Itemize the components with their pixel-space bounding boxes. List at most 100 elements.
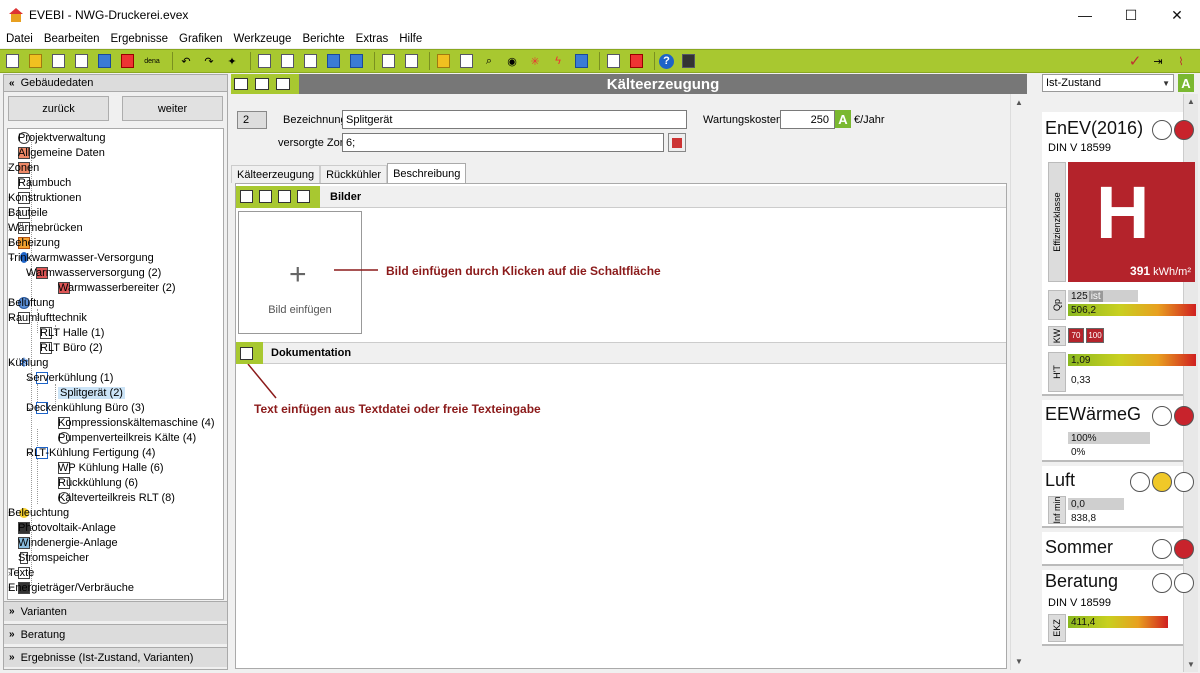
tree-item-raumbuch[interactable]: Raumbuch xyxy=(18,175,71,190)
close-button[interactable]: ✕ xyxy=(1154,0,1200,30)
minimize-button[interactable]: — xyxy=(1062,0,1108,30)
curve-icon[interactable]: ⌇ xyxy=(1172,52,1190,70)
layers-icon[interactable] xyxy=(402,52,420,70)
section-header-beratung[interactable]: » Beratung xyxy=(4,624,227,644)
list-icon[interactable] xyxy=(301,52,319,70)
scroll-down-icon[interactable]: ▼ xyxy=(1015,657,1023,666)
menu-berichte[interactable]: Berichte xyxy=(296,33,349,45)
tree-item-pumpenverteilkreis[interactable]: Pumpenverteilkreis Kälte (4) xyxy=(58,430,196,445)
undo-icon[interactable]: ↶ xyxy=(177,52,195,70)
dena-icon[interactable]: dena xyxy=(141,52,163,70)
maximize-button[interactable]: ☐ xyxy=(1108,0,1154,30)
paste-image-icon[interactable] xyxy=(259,190,272,203)
duplicate-icon[interactable] xyxy=(276,78,290,90)
printer-icon[interactable] xyxy=(604,52,622,70)
sum-blue-icon[interactable] xyxy=(324,52,342,70)
forward-button[interactable]: weiter xyxy=(122,96,223,121)
tree-item-serverkuehlung[interactable]: ⌄ Serverkühlung (1) xyxy=(26,370,113,385)
tab-kaelteerzeugung[interactable]: Kälteerzeugung xyxy=(231,165,321,183)
wartungskosten-input[interactable]: 250 xyxy=(780,110,835,129)
tree-item-texte[interactable]: › Texte xyxy=(8,565,34,580)
check-icon[interactable]: ✓ xyxy=(1126,52,1144,70)
menu-hilfe[interactable]: Hilfe xyxy=(393,33,427,45)
section-header-gebaeudedaten[interactable]: « Gebäudedaten xyxy=(4,75,227,92)
default-value-badge[interactable]: A xyxy=(835,110,851,128)
new-file-icon[interactable] xyxy=(3,52,21,70)
tree-item-wp-kuehlung[interactable]: WP Kühlung Halle (6) xyxy=(58,460,164,475)
tree-item-rlt-buero[interactable]: RLT Büro (2) xyxy=(40,340,103,355)
tree-item-splitgeraet[interactable]: Splitgerät (2) xyxy=(58,385,125,400)
tree-item-beheizung[interactable]: › Beheizung xyxy=(8,235,60,250)
report-b-icon[interactable] xyxy=(457,52,475,70)
lightning-icon[interactable]: ϟ xyxy=(549,52,567,70)
tree-item-allgemeine-daten[interactable]: Allgemeine Daten xyxy=(18,145,105,160)
tree-item-trinkwarmwasser[interactable]: ⌄ Trinkwarmwasser-Versorgung xyxy=(8,250,154,265)
tree-item-kaelteverteilkreis[interactable]: Kälteverteilkreis RLT (8) xyxy=(58,490,175,505)
zoom-icon[interactable]: ⌕ xyxy=(480,52,498,70)
help-icon[interactable]: ? xyxy=(659,53,674,69)
vertical-scrollbar[interactable]: ▲ ▼ xyxy=(1010,94,1027,670)
document-icon[interactable] xyxy=(255,52,273,70)
tree-item-belueftung[interactable]: › Belüftung xyxy=(8,295,54,310)
image-settings-icon[interactable] xyxy=(297,190,310,203)
sun-icon[interactable]: ✳ xyxy=(526,52,544,70)
add-item-icon[interactable] xyxy=(234,78,248,90)
insert-text-icon[interactable] xyxy=(240,346,253,360)
transfer-icon[interactable]: ⇥ xyxy=(1149,52,1167,70)
versorgte-zonen-input[interactable]: 6; xyxy=(342,133,664,152)
tree-item-stromspeicher[interactable]: Stromspeicher xyxy=(18,550,89,565)
menu-datei[interactable]: Datei xyxy=(0,33,38,45)
save-icon[interactable] xyxy=(49,52,67,70)
menu-grafiken[interactable]: Grafiken xyxy=(173,33,227,45)
back-button[interactable]: zurück xyxy=(8,96,109,121)
add-image-icon[interactable] xyxy=(240,190,253,203)
tree-item-rlt-halle[interactable]: RLT Halle (1) xyxy=(40,325,104,340)
menu-werkzeuge[interactable]: Werkzeuge xyxy=(228,33,297,45)
import-icon[interactable] xyxy=(95,52,113,70)
globe-icon[interactable]: ◉ xyxy=(503,52,521,70)
tree-item-projektverwaltung[interactable]: Projektverwaltung xyxy=(18,130,105,145)
open-folder-icon[interactable] xyxy=(26,52,44,70)
report-a-icon[interactable] xyxy=(434,52,452,70)
tree-item-raumlufttechnik[interactable]: ⌄ Raumlufttechnik xyxy=(8,310,87,325)
tree-item-bauteile[interactable]: › Bauteile xyxy=(8,205,48,220)
tree-item-kompressionskaeltemaschine[interactable]: Kompressionskältemaschine (4) xyxy=(58,415,215,430)
calculator-icon[interactable] xyxy=(679,52,697,70)
tree-item-beleuchtung[interactable]: › Beleuchtung xyxy=(8,505,69,520)
tree-item-energietraeger[interactable]: › Energieträger/Verbräuche xyxy=(8,580,134,595)
zone-picker-button[interactable] xyxy=(668,133,686,152)
tab-beschreibung[interactable]: Beschreibung xyxy=(387,163,467,183)
move-image-icon[interactable] xyxy=(278,190,291,203)
tree-item-kuehlung[interactable]: ⌄ ❄ Kühlung xyxy=(8,355,48,370)
pdf-icon[interactable] xyxy=(627,52,645,70)
scroll-up-icon[interactable]: ▲ xyxy=(1015,98,1023,107)
tree-item-warmwasserversorgung[interactable]: ⌄ Warmwasserversorgung (2) xyxy=(26,265,161,280)
insert-image-button[interactable]: + Bild einfügen xyxy=(238,211,362,334)
tree-item-warmwasserbereiter[interactable]: Warmwasserbereiter (2) xyxy=(58,280,176,295)
menu-bearbeiten[interactable]: Bearbeiten xyxy=(38,33,105,45)
copy-icon[interactable] xyxy=(72,52,90,70)
tree-item-deckenkuehlung[interactable]: ⌄ Deckenkühlung Büro (3) xyxy=(26,400,145,415)
chart-icon[interactable] xyxy=(572,52,590,70)
tree-item-photovoltaik[interactable]: Photovoltaik-Anlage xyxy=(18,520,116,535)
tree-icon[interactable] xyxy=(379,52,397,70)
tree-item-zonen[interactable]: › Zonen xyxy=(8,160,39,175)
menu-extras[interactable]: Extras xyxy=(350,33,394,45)
tree-item-waermebruecken[interactable]: › Wärmebrücken xyxy=(8,220,83,235)
variant-select[interactable]: Ist-Zustand ▼ xyxy=(1042,74,1174,92)
tree-item-rueckkuehlung[interactable]: Rückkühlung (6) xyxy=(58,475,138,490)
bezeichnung-input[interactable]: Splitgerät xyxy=(342,110,687,129)
scroll-up-icon[interactable]: ▲ xyxy=(1187,97,1195,106)
wizard-icon[interactable]: ✦ xyxy=(223,52,241,70)
menu-ergebnisse[interactable]: Ergebnisse xyxy=(104,33,173,45)
redo-icon[interactable]: ↷ xyxy=(200,52,218,70)
default-value-badge[interactable]: A xyxy=(1178,74,1194,92)
tree-item-windenergie[interactable]: Windenergie-Anlage xyxy=(18,535,118,550)
tree-item-konstruktionen[interactable]: › Konstruktionen xyxy=(8,190,81,205)
section-header-varianten[interactable]: » Varianten xyxy=(4,601,227,621)
structure-icon[interactable] xyxy=(278,52,296,70)
move-item-icon[interactable] xyxy=(255,78,269,90)
scroll-down-icon[interactable]: ▼ xyxy=(1187,660,1195,669)
tree-item-rlt-kuehlung[interactable]: ⌄ RLT-Kühlung Fertigung (4) xyxy=(26,445,155,460)
export-icon[interactable] xyxy=(118,52,136,70)
